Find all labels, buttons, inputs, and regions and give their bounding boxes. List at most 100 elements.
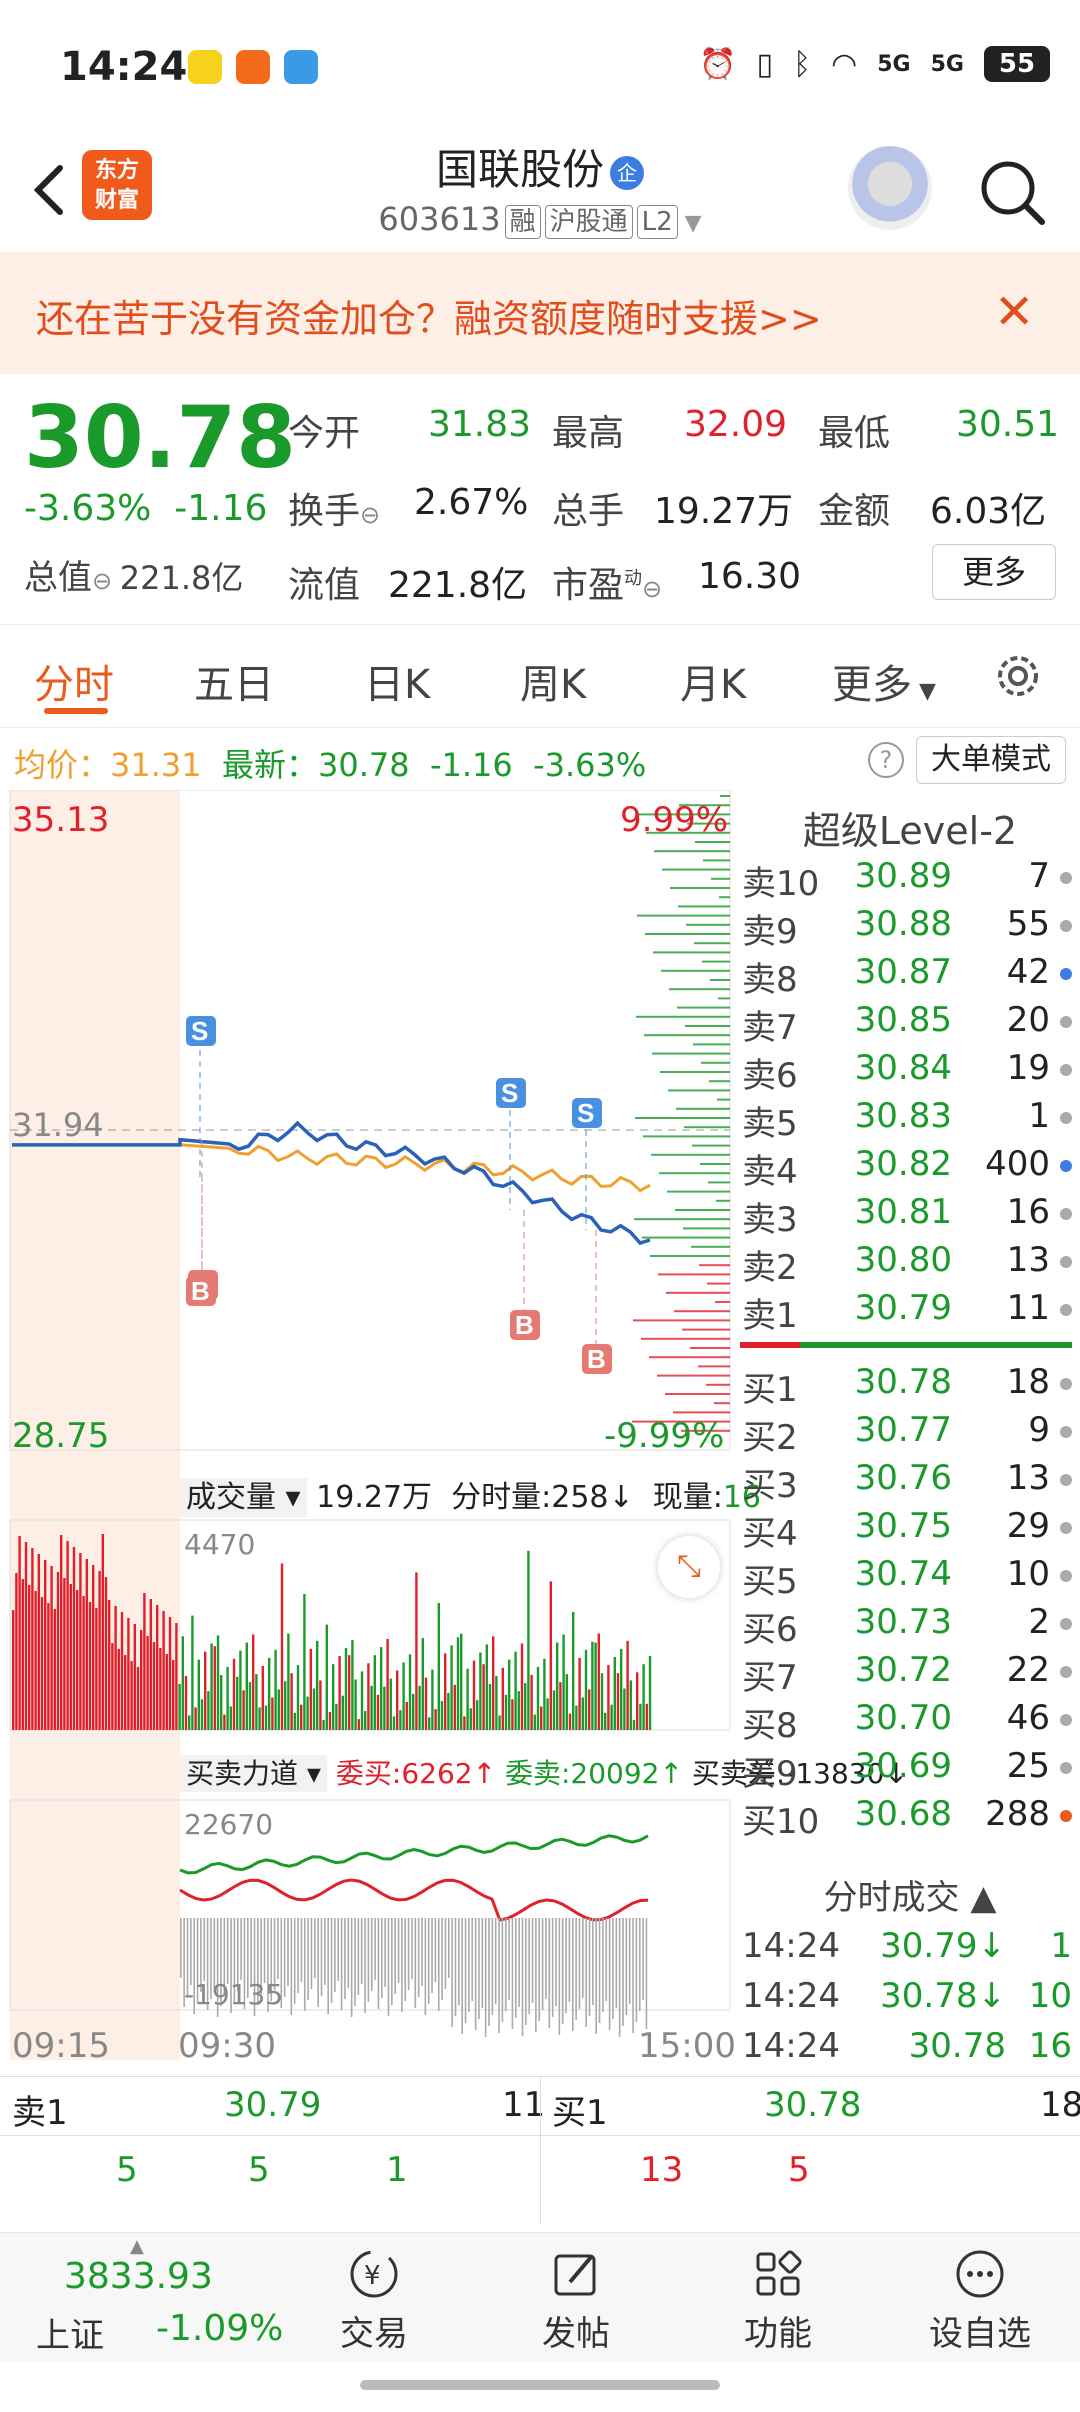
force-diff-bar <box>531 1918 534 2003</box>
force-diff-bar <box>431 1918 433 1993</box>
bid-row[interactable]: 买7 30.72 22 <box>740 1650 1080 1698</box>
nav-trade[interactable]: ¥ 交易 <box>294 2232 454 2362</box>
tab-monthly-k[interactable]: 月K <box>680 652 746 710</box>
help-icon[interactable]: ? <box>868 742 904 778</box>
order-dot-icon <box>1060 1112 1072 1124</box>
volume-bar <box>274 1649 277 1730</box>
volume-bar <box>364 1711 367 1730</box>
force-diff-bar <box>571 1918 574 2031</box>
bid-price: 30.78 <box>764 2085 862 2125</box>
svg-text:B: B <box>515 1310 534 1340</box>
ask-row[interactable]: 卖4 30.82 400 <box>740 1144 1080 1192</box>
depth-bar <box>669 988 730 991</box>
ask-row[interactable]: 卖1 30.79 11 <box>740 1288 1080 1336</box>
gear-icon[interactable] <box>990 648 1046 704</box>
tab-daily-k[interactable]: 日K <box>364 652 430 710</box>
volume-bar <box>31 1548 34 1730</box>
force-diff-bar <box>240 1918 242 1980</box>
ask-row[interactable]: 卖2 30.80 13 <box>740 1240 1080 1288</box>
order-dot-icon <box>1060 1304 1072 1316</box>
depth-bar <box>702 960 730 963</box>
robot-assistant-avatar[interactable] <box>848 146 932 230</box>
depth-bar <box>645 933 730 935</box>
force-diff-bar <box>575 1918 577 2020</box>
bid-row[interactable]: 买5 30.74 10 <box>740 1554 1080 1602</box>
volume-bar <box>220 1675 223 1730</box>
bid-row[interactable]: 买10 30.68 288 <box>740 1794 1080 1842</box>
volume-bar <box>111 1643 114 1730</box>
nav-functions[interactable]: 功能 <box>698 2232 858 2362</box>
force-diff-bar <box>307 1918 309 2000</box>
ask-row[interactable]: 卖3 30.81 16 <box>740 1192 1080 1240</box>
depth-bar <box>666 1291 730 1294</box>
nav-add-watchlist[interactable]: 设自选 <box>900 2232 1060 2362</box>
bid-row[interactable]: 买6 30.73 2 <box>740 1602 1080 1650</box>
ask-level: 卖7 <box>742 1008 798 1048</box>
bid-row[interactable]: 买9 30.69 25 <box>740 1746 1080 1794</box>
force-selector[interactable]: 买卖力道 ▾ <box>180 1755 327 1792</box>
force-diff-bar <box>421 1918 423 1986</box>
ask-row[interactable]: 卖10 30.89 7 <box>740 856 1080 904</box>
volume-bar <box>40 1597 44 1730</box>
ask-row[interactable]: 卖5 30.83 1 <box>740 1096 1080 1144</box>
force-diff-bar <box>595 1918 597 2034</box>
volume-bar <box>450 1645 453 1730</box>
nav-post[interactable]: 发帖 <box>496 2232 656 2362</box>
force-diff-bar <box>337 1918 340 1981</box>
avg-latest-row: 均价：31.31 最新：30.78 -1.16 -3.63% <box>14 746 647 784</box>
volume-bar <box>594 1642 597 1730</box>
force-diff-bar <box>551 1918 554 2017</box>
level2-title[interactable]: 超级Level-2 <box>740 800 1080 855</box>
battery-icon: 55 <box>984 46 1050 82</box>
big-order-mode-button[interactable]: 大单模式 <box>916 736 1066 784</box>
more-button[interactable]: 更多 <box>932 544 1056 600</box>
bid-row[interactable]: 买1 30.78 18 <box>740 1362 1080 1410</box>
volume-bar <box>344 1648 348 1730</box>
bid-row[interactable]: 买2 30.77 9 <box>740 1410 1080 1458</box>
ask-row[interactable]: 卖6 30.84 19 <box>740 1048 1080 1096</box>
tab-five-day[interactable]: 五日 <box>194 652 274 710</box>
force-diff-bar <box>508 1918 510 2000</box>
search-icon[interactable] <box>972 152 1052 232</box>
volume-bar <box>636 1672 639 1730</box>
index-change[interactable]: -1.09% <box>156 2308 283 2349</box>
volume-bar <box>207 1691 210 1730</box>
chart-bottom-pct: -9.99% <box>604 1416 725 1456</box>
force-sell-line <box>179 1878 649 1922</box>
tab-intraday[interactable]: 分时 <box>34 652 114 710</box>
force-diff-bar <box>317 1918 319 2007</box>
depth-bar <box>682 1328 730 1331</box>
volume-bar <box>172 1660 175 1730</box>
tab-more[interactable]: 更多 ▼ <box>832 652 936 710</box>
bid-row[interactable]: 买4 30.75 29 <box>740 1506 1080 1554</box>
index-value[interactable]: 3833.93 <box>64 2256 213 2297</box>
volume-selector[interactable]: 成交量 ▾ <box>180 1478 307 1517</box>
amount-value: 6.03亿 <box>930 491 1047 532</box>
tab-weekly-k[interactable]: 周K <box>520 652 586 710</box>
tick-time: 14:24 <box>742 1976 840 2016</box>
volume-bar <box>168 1617 172 1730</box>
tick-trades-title[interactable]: 分时成交 ▲ <box>740 1870 1080 1919</box>
force-diff-bar <box>501 1918 504 2022</box>
bid-row[interactable]: 买8 30.70 46 <box>740 1698 1080 1746</box>
ask-row[interactable]: 卖7 30.85 20 <box>740 1000 1080 1048</box>
bid-row[interactable]: 买3 30.76 13 <box>740 1458 1080 1506</box>
volume-bar <box>495 1675 498 1730</box>
ask-row[interactable]: 卖9 30.88 55 <box>740 904 1080 952</box>
index-name[interactable]: 上证 <box>36 2308 104 2357</box>
expand-icon[interactable]: ⤡ <box>658 1536 720 1598</box>
weather-icon <box>284 50 318 84</box>
ask-row[interactable]: 卖8 30.87 42 <box>740 952 1080 1000</box>
close-icon[interactable]: ✕ <box>994 284 1034 340</box>
volume-bar <box>444 1653 447 1730</box>
depth-bar <box>676 1107 730 1110</box>
force-diff-bar <box>330 1918 333 2003</box>
ask-queue-item: 5 <box>248 2150 270 2190</box>
volume-bar <box>511 1699 514 1730</box>
ask-volume: 7 <box>1028 856 1050 896</box>
depth-bar <box>634 1218 730 1221</box>
promo-banner-text[interactable]: 还在苦于没有资金加仓？融资额度随时支援>> <box>36 288 822 343</box>
volume-bar <box>396 1670 399 1730</box>
bid-volume: 18 <box>1006 1362 1050 1402</box>
volume-bar <box>527 1550 530 1730</box>
